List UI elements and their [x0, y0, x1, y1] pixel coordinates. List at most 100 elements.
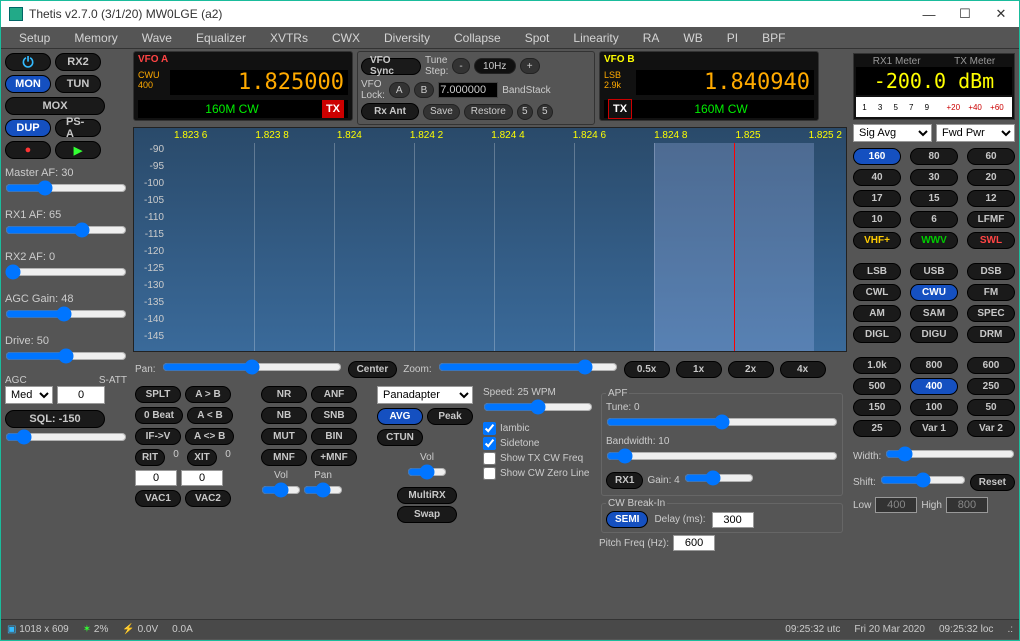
record-button[interactable]: ● — [5, 141, 51, 159]
bandstack-2[interactable]: 5 — [537, 104, 553, 120]
vfo-lock-b[interactable]: B — [414, 82, 435, 98]
mode-sam[interactable]: SAM — [910, 305, 958, 322]
rx2-button[interactable]: RX2 — [55, 53, 101, 71]
subrx-vol-slider[interactable] — [261, 483, 301, 497]
xit-button[interactable]: XIT — [187, 449, 217, 466]
bin-button[interactable]: BIN — [311, 428, 357, 445]
bandstack-1[interactable]: 5 — [517, 104, 533, 120]
zoom-4x[interactable]: 4x — [780, 361, 826, 378]
resize-grip-icon[interactable]: .: — [1007, 624, 1013, 635]
showtx-check[interactable]: Show TX CW Freq — [483, 452, 593, 465]
vfo-a-freq[interactable]: 1.825000 — [170, 70, 348, 95]
band-swl[interactable]: SWL — [967, 232, 1015, 249]
band-10[interactable]: 10 — [853, 211, 901, 228]
band-15[interactable]: 15 — [910, 190, 958, 207]
menu-cwx[interactable]: CWX — [322, 29, 370, 47]
band-17[interactable]: 17 — [853, 190, 901, 207]
menu-equalizer[interactable]: Equalizer — [186, 29, 256, 47]
alb-button[interactable]: A < B — [187, 407, 233, 424]
mode-lsb[interactable]: LSB — [853, 263, 901, 280]
high-input[interactable] — [946, 497, 988, 513]
low-input[interactable] — [875, 497, 917, 513]
band-20[interactable]: 20 — [967, 169, 1015, 186]
center-button[interactable]: Center — [348, 361, 398, 378]
zoom-1x[interactable]: 1x — [676, 361, 722, 378]
a2b-button[interactable]: A > B — [185, 386, 231, 403]
shift-slider[interactable] — [880, 473, 966, 487]
filter-100[interactable]: 100 — [910, 399, 958, 416]
showzero-check[interactable]: Show CW Zero Line — [483, 467, 593, 480]
band-12[interactable]: 12 — [967, 190, 1015, 207]
rx1-af-slider[interactable] — [5, 223, 127, 237]
maximize-button[interactable]: ☐ — [955, 4, 975, 24]
iambic-check[interactable]: Iambic — [483, 422, 593, 435]
freq-entry[interactable] — [438, 82, 498, 98]
menu-wave[interactable]: Wave — [132, 29, 182, 47]
satt-input[interactable] — [57, 386, 105, 404]
mode-cwl[interactable]: CWL — [853, 284, 901, 301]
zerobeat-button[interactable]: 0 Beat — [135, 407, 183, 424]
apf-gain-slider[interactable] — [684, 471, 754, 485]
apf-rx1-button[interactable]: RX1 — [606, 472, 643, 489]
restore-button[interactable]: Restore — [464, 104, 513, 120]
nb-button[interactable]: NB — [261, 407, 307, 424]
filter-var1[interactable]: Var 1 — [910, 420, 958, 437]
filter-var2[interactable]: Var 2 — [967, 420, 1015, 437]
tx-meter-select[interactable]: Fwd Pwr — [936, 124, 1015, 142]
menu-diversity[interactable]: Diversity — [374, 29, 440, 47]
panadapter[interactable]: 1.823 61.823 81.8241.824 21.824 41.824 6… — [133, 127, 847, 352]
mode-digu[interactable]: DIGU — [910, 326, 958, 343]
ctun-button[interactable]: CTUN — [377, 429, 423, 446]
band-60[interactable]: 60 — [967, 148, 1015, 165]
delay-input[interactable] — [712, 512, 754, 528]
band-6[interactable]: 6 — [910, 211, 958, 228]
psa-button[interactable]: PS-A — [55, 119, 101, 137]
filter-500[interactable]: 500 — [853, 378, 901, 395]
tunestep-minus[interactable]: - — [452, 58, 469, 74]
pmnf-button[interactable]: +MNF — [311, 449, 357, 466]
mode-dsb[interactable]: DSB — [967, 263, 1015, 280]
mode-spec[interactable]: SPEC — [967, 305, 1015, 322]
rx-meter-select[interactable]: Sig Avg — [853, 124, 932, 142]
band-lfmf[interactable]: LFMF — [967, 211, 1015, 228]
filter-400[interactable]: 400 — [910, 378, 958, 395]
vfo-sync-button[interactable]: VFO Sync — [361, 58, 421, 75]
vfo-lock-a[interactable]: A — [389, 82, 410, 98]
subrx-pan-slider[interactable] — [303, 483, 343, 497]
rit-input[interactable] — [135, 470, 177, 486]
multirx-button[interactable]: MultiRX — [397, 487, 457, 504]
menu-linearity[interactable]: Linearity — [563, 29, 628, 47]
multirx-vol-slider[interactable] — [407, 465, 447, 479]
width-slider[interactable] — [885, 447, 1015, 461]
sidetone-check[interactable]: Sidetone — [483, 437, 593, 450]
tunestep-plus[interactable]: + — [520, 58, 540, 74]
reset-button[interactable]: Reset — [970, 474, 1015, 491]
tun-button[interactable]: TUN — [55, 75, 101, 93]
filter-25[interactable]: 25 — [853, 420, 901, 437]
vfo-b-freq[interactable]: 1.840940 — [636, 70, 814, 95]
snb-button[interactable]: SNB — [311, 407, 357, 424]
mnf-button[interactable]: MNF — [261, 449, 307, 466]
filter-800[interactable]: 800 — [910, 357, 958, 374]
filter-50[interactable]: 50 — [967, 399, 1015, 416]
menu-bpf[interactable]: BPF — [752, 29, 795, 47]
xit-input[interactable] — [181, 470, 223, 486]
pitch-input[interactable] — [673, 535, 715, 551]
mox-button[interactable]: MOX — [5, 97, 105, 115]
play-button[interactable]: ▶ — [55, 141, 101, 159]
apf-tune-slider[interactable] — [606, 415, 838, 429]
mode-am[interactable]: AM — [853, 305, 901, 322]
close-button[interactable]: ✕ — [991, 4, 1011, 24]
mode-usb[interactable]: USB — [910, 263, 958, 280]
band-wwv[interactable]: WWV — [910, 232, 958, 249]
swap-button[interactable]: Swap — [397, 506, 457, 523]
rx2-af-slider[interactable] — [5, 265, 127, 279]
save-button[interactable]: Save — [423, 104, 460, 120]
apf-bw-slider[interactable] — [606, 449, 838, 463]
mode-drm[interactable]: DRM — [967, 326, 1015, 343]
vac1-button[interactable]: VAC1 — [135, 490, 181, 507]
band-160[interactable]: 160 — [853, 148, 901, 165]
power-button[interactable]: ⏻ — [5, 53, 51, 71]
sql-button[interactable]: SQL: -150 — [5, 410, 105, 428]
menu-wb[interactable]: WB — [673, 29, 712, 47]
